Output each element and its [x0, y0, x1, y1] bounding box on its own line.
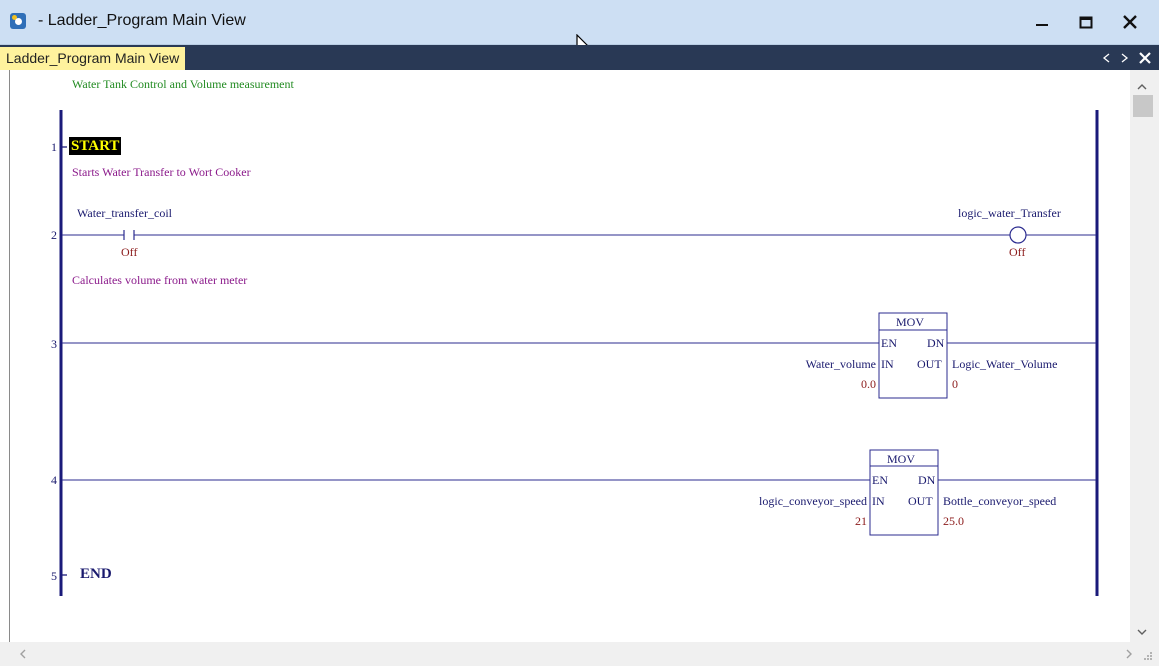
mov-in-tag[interactable]: Water_volume — [806, 357, 876, 372]
mov-block-title[interactable]: MOV — [887, 452, 915, 467]
program-description: Water Tank Control and Volume measuremen… — [72, 77, 294, 91]
rung-number: 1 — [51, 140, 57, 154]
start-label[interactable]: START — [69, 137, 122, 155]
scroll-right-icon[interactable] — [1124, 648, 1134, 660]
mov-dn-label: DN — [918, 473, 936, 487]
mov-in-value: 21 — [855, 514, 867, 528]
end-label[interactable]: END — [80, 566, 112, 583]
rung-number: 4 — [51, 473, 57, 487]
coil-tag[interactable]: logic_water_Transfer — [958, 206, 1061, 221]
mov-out-label: OUT — [908, 494, 933, 508]
mov-en-label: EN — [881, 336, 897, 350]
rung-comment: Calculates volume from water meter — [72, 273, 248, 287]
contact-tag[interactable]: Water_transfer_coil — [77, 206, 172, 221]
mov-out-label: OUT — [917, 357, 942, 371]
rung-number: 5 — [51, 569, 57, 583]
scroll-up-icon[interactable] — [1136, 82, 1148, 92]
scroll-left-icon[interactable] — [18, 648, 28, 660]
mov-out-value: 25.0 — [943, 514, 964, 528]
mov-out-tag[interactable]: Bottle_conveyor_speed — [943, 494, 1056, 509]
mov-in-value: 0.0 — [861, 377, 876, 391]
mov-out-value: 0 — [952, 377, 958, 391]
mov-block-title[interactable]: MOV — [896, 315, 924, 330]
vertical-scrollbar[interactable] — [1130, 70, 1159, 642]
horizontal-scrollbar[interactable] — [0, 642, 1159, 666]
rung-comment: Starts Water Transfer to Wort Cooker — [72, 165, 251, 179]
contact-state: Off — [121, 245, 138, 259]
coil-symbol — [1009, 226, 1027, 244]
vertical-scrollbar-thumb[interactable] — [1133, 95, 1153, 117]
mov-in-label: IN — [872, 494, 885, 508]
scroll-down-icon[interactable] — [1136, 627, 1148, 637]
mov-out-tag[interactable]: Logic_Water_Volume — [952, 357, 1057, 372]
mov-en-label: EN — [872, 473, 888, 487]
mov-in-tag[interactable]: logic_conveyor_speed — [759, 494, 867, 509]
ladder-diagram — [59, 110, 1099, 596]
mov-dn-label: DN — [927, 336, 945, 350]
coil-state: Off — [1009, 245, 1026, 259]
rung-number: 2 — [51, 228, 57, 242]
resize-grip-icon[interactable] — [1142, 650, 1154, 662]
mov-in-label: IN — [881, 357, 894, 371]
rung-number: 3 — [51, 337, 57, 351]
